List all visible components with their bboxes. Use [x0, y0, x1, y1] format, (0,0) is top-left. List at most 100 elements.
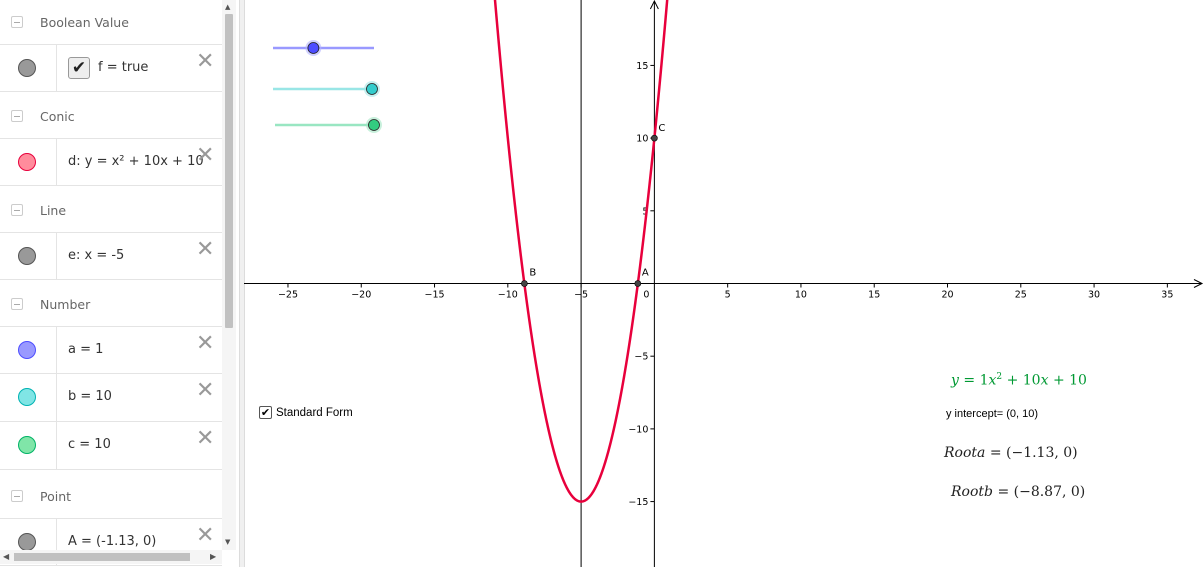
scroll-up-icon[interactable]: ▲	[225, 3, 230, 11]
category-point[interactable]: Point	[0, 474, 222, 518]
visibility-marble-icon[interactable]	[18, 59, 36, 77]
category-label: Number	[40, 297, 91, 312]
visibility-marble-icon[interactable]	[18, 388, 36, 406]
x-tick-label: 10	[795, 290, 807, 301]
scroll-right-icon[interactable]: ▶	[210, 552, 216, 561]
algebra-item-d[interactable]: d: y = x² + 10x + 10 ✕	[0, 138, 222, 186]
x-tick-label: 0	[643, 290, 649, 301]
y-intercept-text[interactable]: y intercept= (0, 10)	[946, 408, 1038, 420]
x-tick-label: −20	[351, 290, 371, 301]
item-definition[interactable]: A = (-1.13, 0)	[68, 534, 156, 549]
point-B[interactable]	[521, 280, 528, 287]
visibility-marble-icon[interactable]	[18, 247, 36, 265]
sliders-layer[interactable]	[273, 40, 382, 133]
category-conic[interactable]: Conic	[0, 94, 222, 138]
collapse-icon[interactable]	[11, 490, 23, 502]
point-label-C: C	[658, 123, 665, 134]
slider-c-knob[interactable]	[368, 119, 380, 131]
algebra-item-f[interactable]: ✔ f = true ✕	[0, 44, 222, 92]
algebra-item-a[interactable]: a = 1 ✕	[0, 326, 222, 374]
collapse-icon[interactable]	[11, 298, 23, 310]
collapse-icon[interactable]	[11, 16, 23, 28]
collapse-icon[interactable]	[11, 110, 23, 122]
boolean-checkbox[interactable]: ✔	[68, 57, 90, 79]
x-tick-label: 25	[1015, 290, 1027, 301]
item-definition[interactable]: b = 10	[68, 389, 112, 404]
marble-cell	[0, 45, 57, 91]
root-b-value: = (−8.87, 0)	[997, 484, 1086, 500]
root-a-text[interactable]: Roota = (−1.13, 0)	[944, 445, 1078, 461]
eq-x2: x	[1040, 372, 1049, 389]
collapse-icon[interactable]	[11, 204, 23, 216]
x-tick-label: −25	[278, 290, 298, 301]
item-definition[interactable]: f = true	[98, 60, 148, 75]
root-a-value: = (−1.13, 0)	[989, 445, 1078, 461]
item-definition[interactable]: d: y = x² + 10x + 10	[68, 154, 204, 169]
visibility-marble-icon[interactable]	[18, 153, 36, 171]
slider-a-knob[interactable]	[307, 42, 320, 54]
points-layer[interactable]: A B C	[521, 123, 665, 287]
point-C[interactable]	[651, 134, 658, 142]
scrollbar-thumb[interactable]	[225, 14, 233, 328]
delete-icon[interactable]: ✕	[196, 428, 214, 450]
category-label: Line	[40, 203, 67, 218]
marble-cell	[0, 327, 57, 373]
y-tick-label: −5	[634, 352, 648, 363]
item-definition[interactable]: e: x = -5	[68, 248, 124, 263]
item-definition[interactable]: c = 10	[68, 437, 111, 452]
category-label: Point	[40, 489, 72, 504]
marble-cell	[0, 139, 57, 185]
algebra-item-e[interactable]: e: x = -5 ✕	[0, 232, 222, 280]
delete-icon[interactable]: ✕	[196, 239, 214, 261]
root-b-label: Rootb	[951, 484, 993, 500]
y-tick-label: 10	[636, 134, 648, 145]
eq-equals: =	[963, 372, 976, 389]
visibility-marble-icon[interactable]	[18, 436, 36, 454]
category-label: Boolean Value	[40, 15, 129, 30]
eq-y: y	[951, 372, 959, 389]
delete-icon[interactable]: ✕	[196, 145, 214, 167]
visibility-marble-icon[interactable]	[18, 533, 36, 551]
tick-labels: −25 −20 −15 −10 −5 0 5 10 15 20 25 30 35−15−10−55101…	[278, 61, 1173, 508]
marble-cell	[0, 374, 57, 421]
item-definition[interactable]: a = 1	[68, 342, 103, 357]
point-label-A: A	[642, 268, 649, 279]
x-tick-label: 20	[941, 290, 953, 301]
y-tick-label: −15	[628, 497, 648, 508]
delete-icon[interactable]: ✕	[196, 333, 214, 355]
standard-form-label: Standard Form	[276, 406, 353, 419]
point-A[interactable]	[634, 280, 642, 287]
algebra-item-c[interactable]: c = 10 ✕	[0, 422, 222, 470]
eq-plus1: +	[1006, 372, 1019, 389]
category-boolean-value[interactable]: Boolean Value	[0, 0, 222, 44]
algebra-vertical-scrollbar[interactable]: ▲ ▼	[222, 0, 236, 550]
y-tick-label: 15	[636, 61, 648, 72]
checkbox-check-icon[interactable]: ✔	[259, 406, 272, 419]
x-tick-label: 30	[1088, 290, 1100, 301]
x-tick-label: −15	[425, 290, 445, 301]
x-tick-label: −10	[498, 290, 518, 301]
equation-text[interactable]: y = 1x2 + 10x + 10	[951, 372, 1087, 389]
algebra-view: Boolean Value ✔ f = true ✕ Conic d: y = …	[0, 0, 222, 567]
delete-icon[interactable]: ✕	[196, 380, 214, 402]
root-b-text[interactable]: Rootb = (−8.87, 0)	[951, 484, 1085, 500]
algebra-item-b[interactable]: b = 10 ✕	[0, 374, 222, 422]
point-label-B: B	[529, 268, 536, 279]
standard-form-checkbox[interactable]: ✔ Standard Form	[259, 406, 353, 419]
category-label: Conic	[40, 109, 75, 124]
graphics-view[interactable]: −25 −20 −15 −10 −5 0 5 10 15 20 25 30 35−15−10−55101…	[244, 0, 1204, 567]
scroll-left-icon[interactable]: ◀	[3, 552, 9, 561]
category-line[interactable]: Line	[0, 188, 222, 232]
delete-icon[interactable]: ✕	[196, 525, 214, 547]
visibility-marble-icon[interactable]	[18, 341, 36, 359]
eq-exponent: 2	[996, 372, 1003, 382]
delete-icon[interactable]: ✕	[196, 51, 214, 73]
x-tick-label: 5	[725, 290, 731, 301]
category-number[interactable]: Number	[0, 282, 222, 326]
algebra-horizontal-scrollbar[interactable]: ◀ ▶	[0, 550, 222, 564]
marble-cell	[0, 233, 57, 279]
slider-b-knob[interactable]	[366, 83, 378, 95]
x-tick-label: 15	[868, 290, 880, 301]
scroll-down-icon[interactable]: ▼	[225, 538, 230, 546]
scrollbar-thumb[interactable]	[14, 553, 190, 561]
